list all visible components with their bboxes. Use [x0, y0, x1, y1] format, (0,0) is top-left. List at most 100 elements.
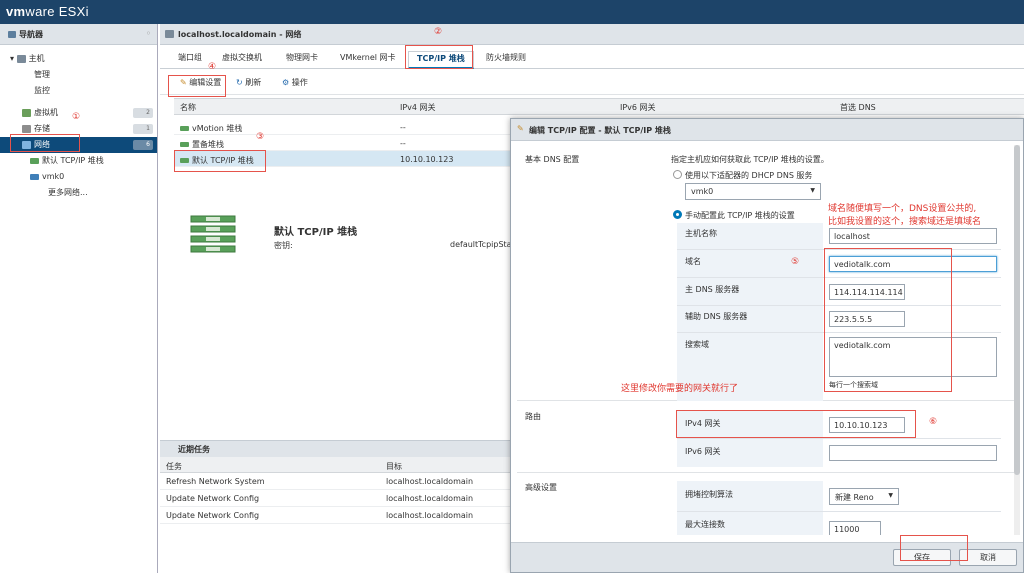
sidebar-item-default-tcpip[interactable]: 默认 TCP/IP 堆栈	[0, 153, 157, 169]
host-icon	[16, 54, 26, 63]
scrollbar-thumb[interactable]	[1014, 145, 1020, 475]
congestion-control-label: 拥堵控制算法	[685, 490, 733, 499]
domain-label: 域名	[685, 257, 701, 266]
detail-key-value: defaultTcpipStac	[450, 240, 516, 249]
max-connections-label: 最大连接数	[685, 520, 725, 529]
vm-icon	[22, 108, 31, 117]
advanced-section: 高级设置 拥堵控制算法 新建 Reno 最大连接数 11000	[517, 479, 1014, 535]
ipv6-gateway-label: IPv6 网关	[685, 447, 721, 456]
advanced-section-label: 高级设置	[525, 483, 557, 492]
network-count-badge: 6	[133, 140, 153, 150]
sidebar-item-vmk0[interactable]: vmk0	[0, 169, 157, 185]
annotation-box-dns-fields	[824, 248, 952, 392]
host-icon	[165, 30, 174, 38]
col-preferred-dns[interactable]: 首选 DNS	[840, 102, 876, 113]
tab-vmkernel-nics[interactable]: VMkernel 网卡	[332, 51, 404, 69]
annotation-box-tcpip-tab	[405, 45, 473, 69]
tab-physical-nics[interactable]: 物理网卡	[278, 51, 326, 69]
task-target: localhost.localdomain	[386, 494, 474, 503]
annotation-box-ipv4-gateway	[676, 410, 916, 438]
col-ipv4-gateway[interactable]: IPv4 网关	[400, 102, 436, 113]
row-ipv4: --	[400, 139, 406, 148]
network-stack-icon	[190, 215, 236, 253]
vm-count-badge: 2	[133, 108, 153, 118]
ipv6-gateway-field[interactable]	[829, 445, 997, 461]
sidebar-item-manage[interactable]: 管理	[0, 67, 157, 83]
dhcp-radio[interactable]	[673, 170, 682, 179]
annotation-number-1: ①	[72, 112, 81, 122]
dialog-title: ✎ 编辑 TCP/IP 配置 - 默认 TCP/IP 堆栈	[511, 119, 1023, 141]
recent-tasks-panel: 近期任务 任务 目标 Refresh Network System localh…	[160, 440, 510, 573]
row-name: vMotion 堆栈	[192, 124, 243, 133]
dhcp-option-label: 使用以下适配器的 DHCP DNS 服务	[685, 171, 813, 180]
tab-port-groups[interactable]: 端口组	[170, 51, 210, 69]
chevron-down-icon[interactable]: ▾	[10, 54, 17, 63]
search-domain-label: 搜索域	[685, 340, 709, 349]
manual-radio[interactable]	[673, 210, 682, 219]
task-target: localhost.localdomain	[386, 511, 474, 520]
dns1-label: 主 DNS 服务器	[685, 285, 740, 294]
annotation-box-save	[900, 535, 968, 561]
annotation-note-dns: 域名随便填写一个，DNS设置公共的, 比如我设置的这个，搜索域还是填域名	[828, 204, 982, 227]
sidebar-item-monitor[interactable]: 监控	[0, 83, 157, 99]
actions-button[interactable]: ⚙ 操作	[282, 77, 308, 88]
hostname-label: 主机名称	[685, 229, 717, 238]
routing-section-label: 路由	[525, 412, 541, 421]
task-row[interactable]: Update Network Config localhost.localdom…	[160, 507, 510, 524]
refresh-icon: ↻	[236, 78, 243, 87]
tcpip-stack-icon	[180, 126, 189, 131]
tab-firewall-rules[interactable]: 防火墙规则	[478, 51, 534, 69]
page-title: localhost.localdomain - 网络	[160, 24, 1024, 45]
top-bar: vmware ESXi	[0, 0, 1024, 24]
task-row[interactable]: Update Network Config localhost.localdom…	[160, 490, 510, 507]
task-name: Update Network Config	[166, 511, 260, 520]
dns2-label: 辅助 DNS 服务器	[685, 312, 748, 321]
row-ipv4: 10.10.10.123	[400, 155, 454, 164]
row-name: 置备堆栈	[192, 140, 224, 149]
adapter-select[interactable]: vmk0	[685, 183, 821, 200]
annotation-box-default-stack	[174, 150, 266, 172]
detail-key-label: 密钥:	[274, 241, 293, 250]
tab-bar: 端口组 虚拟交换机 物理网卡 VMkernel 网卡 TCP/IP 堆栈 防火墙…	[160, 45, 1024, 69]
annotation-number-6: ⑥	[929, 417, 938, 427]
navigator-icon	[8, 31, 16, 38]
annotation-number-4: ④	[208, 62, 217, 72]
recent-tasks-header: 近期任务	[160, 441, 510, 457]
storage-icon	[22, 124, 31, 133]
stack-table-header: 名称 IPv4 网关 IPv6 网关 首选 DNS	[174, 98, 1024, 115]
annotation-note-gateway: 这里修改你需要的网关就行了	[621, 384, 739, 394]
collapse-icon[interactable]: ◦	[146, 29, 151, 38]
sidebar-item-host[interactable]: ▾ 主机	[0, 51, 157, 67]
storage-count-badge: 1	[133, 124, 153, 134]
refresh-button[interactable]: ↻ 刷新	[236, 77, 261, 88]
task-row[interactable]: Refresh Network System localhost.localdo…	[160, 473, 510, 490]
toolbar: ✎ 编辑设置 ↻ 刷新 ⚙ 操作	[160, 69, 1024, 95]
manual-option-label: 手动配置此 TCP/IP 堆栈的设置	[685, 211, 795, 220]
detail-title: 默认 TCP/IP 堆栈	[274, 227, 358, 238]
navigator-sidebar: 导航器 ◦ ▾ 主机 管理 监控 虚拟机 2 存储 1 网络 6 默认 TCP/IP …	[0, 24, 158, 573]
max-connections-field[interactable]: 11000	[829, 521, 881, 535]
tcpip-stack-icon	[180, 142, 189, 147]
nic-icon	[30, 173, 39, 180]
col-name[interactable]: 名称	[180, 102, 196, 113]
col-ipv6-gateway[interactable]: IPv6 网关	[620, 102, 656, 113]
hostname-field[interactable]: localhost	[829, 228, 997, 244]
sidebar-item-more-networks[interactable]: 更多网络...	[0, 185, 157, 201]
annotation-number-3: ③	[256, 132, 265, 142]
congestion-control-select[interactable]: 新建 Reno	[829, 488, 899, 505]
tcpip-stack-icon	[30, 157, 39, 164]
dns-description: 指定主机应如何获取此 TCP/IP 堆栈的设置。	[671, 155, 829, 164]
task-name: Update Network Config	[166, 494, 260, 503]
pencil-icon: ✎	[517, 124, 524, 133]
vmware-esxi-logo: vmware ESXi	[6, 4, 89, 19]
annotation-number-5: ⑤	[791, 257, 800, 267]
dns-section-label: 基本 DNS 配置	[525, 155, 580, 164]
gear-icon: ⚙	[282, 78, 290, 87]
dialog-scrollbar[interactable]	[1014, 145, 1020, 535]
col-task[interactable]: 任务	[166, 461, 182, 472]
annotation-box-edit-settings	[168, 75, 226, 97]
task-name: Refresh Network System	[166, 477, 265, 486]
col-target[interactable]: 目标	[386, 461, 402, 472]
row-ipv4: --	[400, 123, 406, 132]
tab-vswitches[interactable]: 虚拟交换机	[214, 51, 270, 69]
